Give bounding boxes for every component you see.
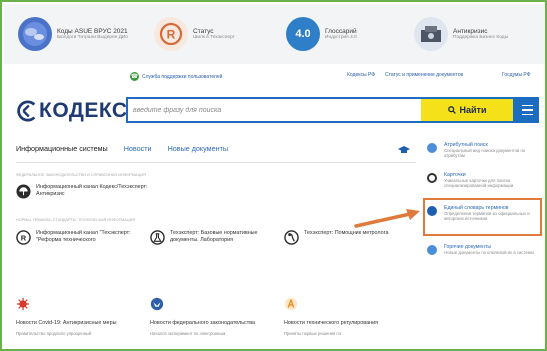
support-link[interactable]: ☎ Служба поддержки пользователей (130, 72, 222, 81)
tile-subtitle: Приняты первые решения по (284, 330, 342, 336)
svg-text:R: R (21, 233, 27, 242)
tile-subtitle: Начался эксперимент по электронным (150, 330, 226, 336)
search-box: Найти (126, 97, 515, 123)
search-button[interactable]: Найти (421, 99, 513, 121)
kodeks-logo-icon (17, 100, 36, 122)
card-title: Информационный канал "Техэксперт: "Рефор… (36, 230, 131, 243)
hot-documents-icon (427, 245, 437, 255)
globe-icon (18, 17, 52, 51)
section-caption-legal: ФЕДЕРАЛЬНОЕ ЗАКОНОДАТЕЛЬСТВО И СПРАВОЧНА… (16, 173, 146, 177)
card-title: Информационный канал Кодекс/Техэксперт: … (36, 184, 148, 197)
support-bar: ☎ Служба поддержки пользователей Кодексы… (2, 72, 545, 84)
screenshot-frame: Коды АSUE ВРУС 2021 Бюлдоги Татрали Выде… (0, 0, 547, 351)
card-reform-channel[interactable]: R Информационный канал "Техэксперт: "Реф… (16, 230, 136, 245)
tech-regulation-icon (284, 297, 298, 311)
tab-information-systems[interactable]: Информационные системы (16, 144, 108, 158)
cards-icon (427, 173, 437, 183)
umbrella-icon (16, 184, 31, 199)
promo-title: Глоссарий (325, 27, 357, 35)
eagle-emblem-icon (150, 297, 164, 311)
right-panel-desc: Уникальные карточки для поиска специализ… (444, 178, 514, 189)
highlight-box (423, 198, 542, 236)
promo-subtitle: Индустрия 4.0 (325, 34, 357, 40)
search-button-label: Найти (459, 105, 487, 115)
promo-subtitle: Поддержка Бизнес Коды (453, 34, 509, 40)
tile-subtitle: Правительство продлило упрощенный (16, 330, 92, 336)
promo-title: Статус (193, 27, 214, 35)
phone-icon: ☎ (130, 72, 139, 81)
card-metrologist[interactable]: Техэксперт: Помощник метролога (284, 230, 404, 245)
tile-title: Новости технического регулирования (284, 320, 378, 326)
hamburger-icon (521, 104, 533, 107)
tile-covid-news[interactable]: Новости Covid-19: Антикризисные меры Пра… (16, 297, 146, 336)
arrow-pointer-icon (354, 209, 420, 228)
right-panel-cards[interactable]: Карточки Уникальные карточки для поиска … (427, 172, 545, 189)
attribute-search-icon (427, 143, 437, 153)
tab-new-documents[interactable]: Новые документы (168, 144, 228, 158)
promo-title: Антикризис (453, 27, 488, 35)
logo[interactable]: КОДЕКС (16, 99, 128, 123)
lab-flask-icon (150, 230, 165, 245)
main-tabs: Информационные системы Новости Новые док… (16, 144, 244, 158)
card-base-documents[interactable]: Техэксперт: Базовые нормативные документ… (150, 230, 275, 245)
tile-title: Новости Covid-19: Антикризисные меры (16, 320, 117, 326)
support-link-status[interactable]: Статус и применение документов (385, 72, 463, 78)
tab-news[interactable]: Новости (124, 144, 152, 158)
promo-strip: Коды АSUE ВРУС 2021 Бюлдоги Татрали Выде… (4, 4, 545, 64)
status-r-icon: R (154, 17, 188, 51)
graduation-cap-icon[interactable] (398, 145, 410, 155)
right-panel-desc: Специальный вид поиска документов по атр… (444, 148, 526, 159)
logo-text: КОДЕКС (39, 99, 128, 122)
search-input[interactable] (128, 99, 421, 121)
promo-item-anticrisis[interactable]: Антикризис Поддержка Бизнес Коды (414, 14, 508, 54)
support-label: Служба поддержки пользователей (142, 73, 223, 80)
support-link-duma[interactable]: Госдумы РФ (502, 72, 531, 78)
search-icon (447, 106, 456, 114)
hamburger-menu-button[interactable] (515, 97, 539, 123)
svg-text:R: R (167, 28, 176, 42)
card-title: Техэксперт: Базовые нормативные документ… (170, 230, 258, 243)
right-panel-attribute-search[interactable]: Атрибутный поиск Специальный вид поиска … (427, 142, 545, 159)
right-panel-hot-documents[interactable]: Горячие документы Новые документы по клю… (427, 244, 545, 255)
right-panel-desc: Новые документы по ключевой их в системы (444, 250, 534, 256)
promo-subtitle: Бюлдоги Татрали Выдерян ДИо (57, 34, 128, 40)
tile-title: Новости федерального законодательства (150, 320, 256, 326)
metrology-icon (284, 230, 299, 245)
card-anticrisis-channel[interactable]: Информационный канал Кодекс/Техэксперт: … (16, 184, 156, 199)
promo-item-glossary[interactable]: 4.0 Глоссарий Индустрия 4.0 (286, 14, 357, 54)
support-link-codes[interactable]: Кодексы РФ (347, 72, 375, 78)
tile-federal-news[interactable]: Новости федерального законодательства На… (150, 297, 270, 336)
promo-subtitle: Шилк в Техэксперт (193, 34, 235, 40)
reform-r-icon: R (16, 230, 31, 245)
tabs-divider (16, 162, 416, 163)
tile-tech-regulation-news[interactable]: Новости технического регулирования Приня… (284, 297, 404, 336)
section-caption-norms: НОРМЫ, ПРАВИЛА, СТАНДАРТЫ, ТЕХНИЧЕСКАЯ И… (16, 218, 136, 222)
glossary-4-0-icon: 4.0 (286, 17, 320, 51)
card-title: Техэксперт: Помощник метролога (304, 230, 389, 236)
promo-item-status[interactable]: R Статус Шилк в Техэксперт (154, 14, 235, 54)
promo-item-codes[interactable]: Коды АSUE ВРУС 2021 Бюлдоги Татрали Выде… (18, 14, 128, 54)
glossary-badge: 4.0 (295, 28, 311, 40)
promo-title: Коды АSUE ВРУС 2021 (57, 27, 128, 35)
anticrisis-icon (414, 17, 448, 51)
virus-icon (16, 297, 30, 311)
